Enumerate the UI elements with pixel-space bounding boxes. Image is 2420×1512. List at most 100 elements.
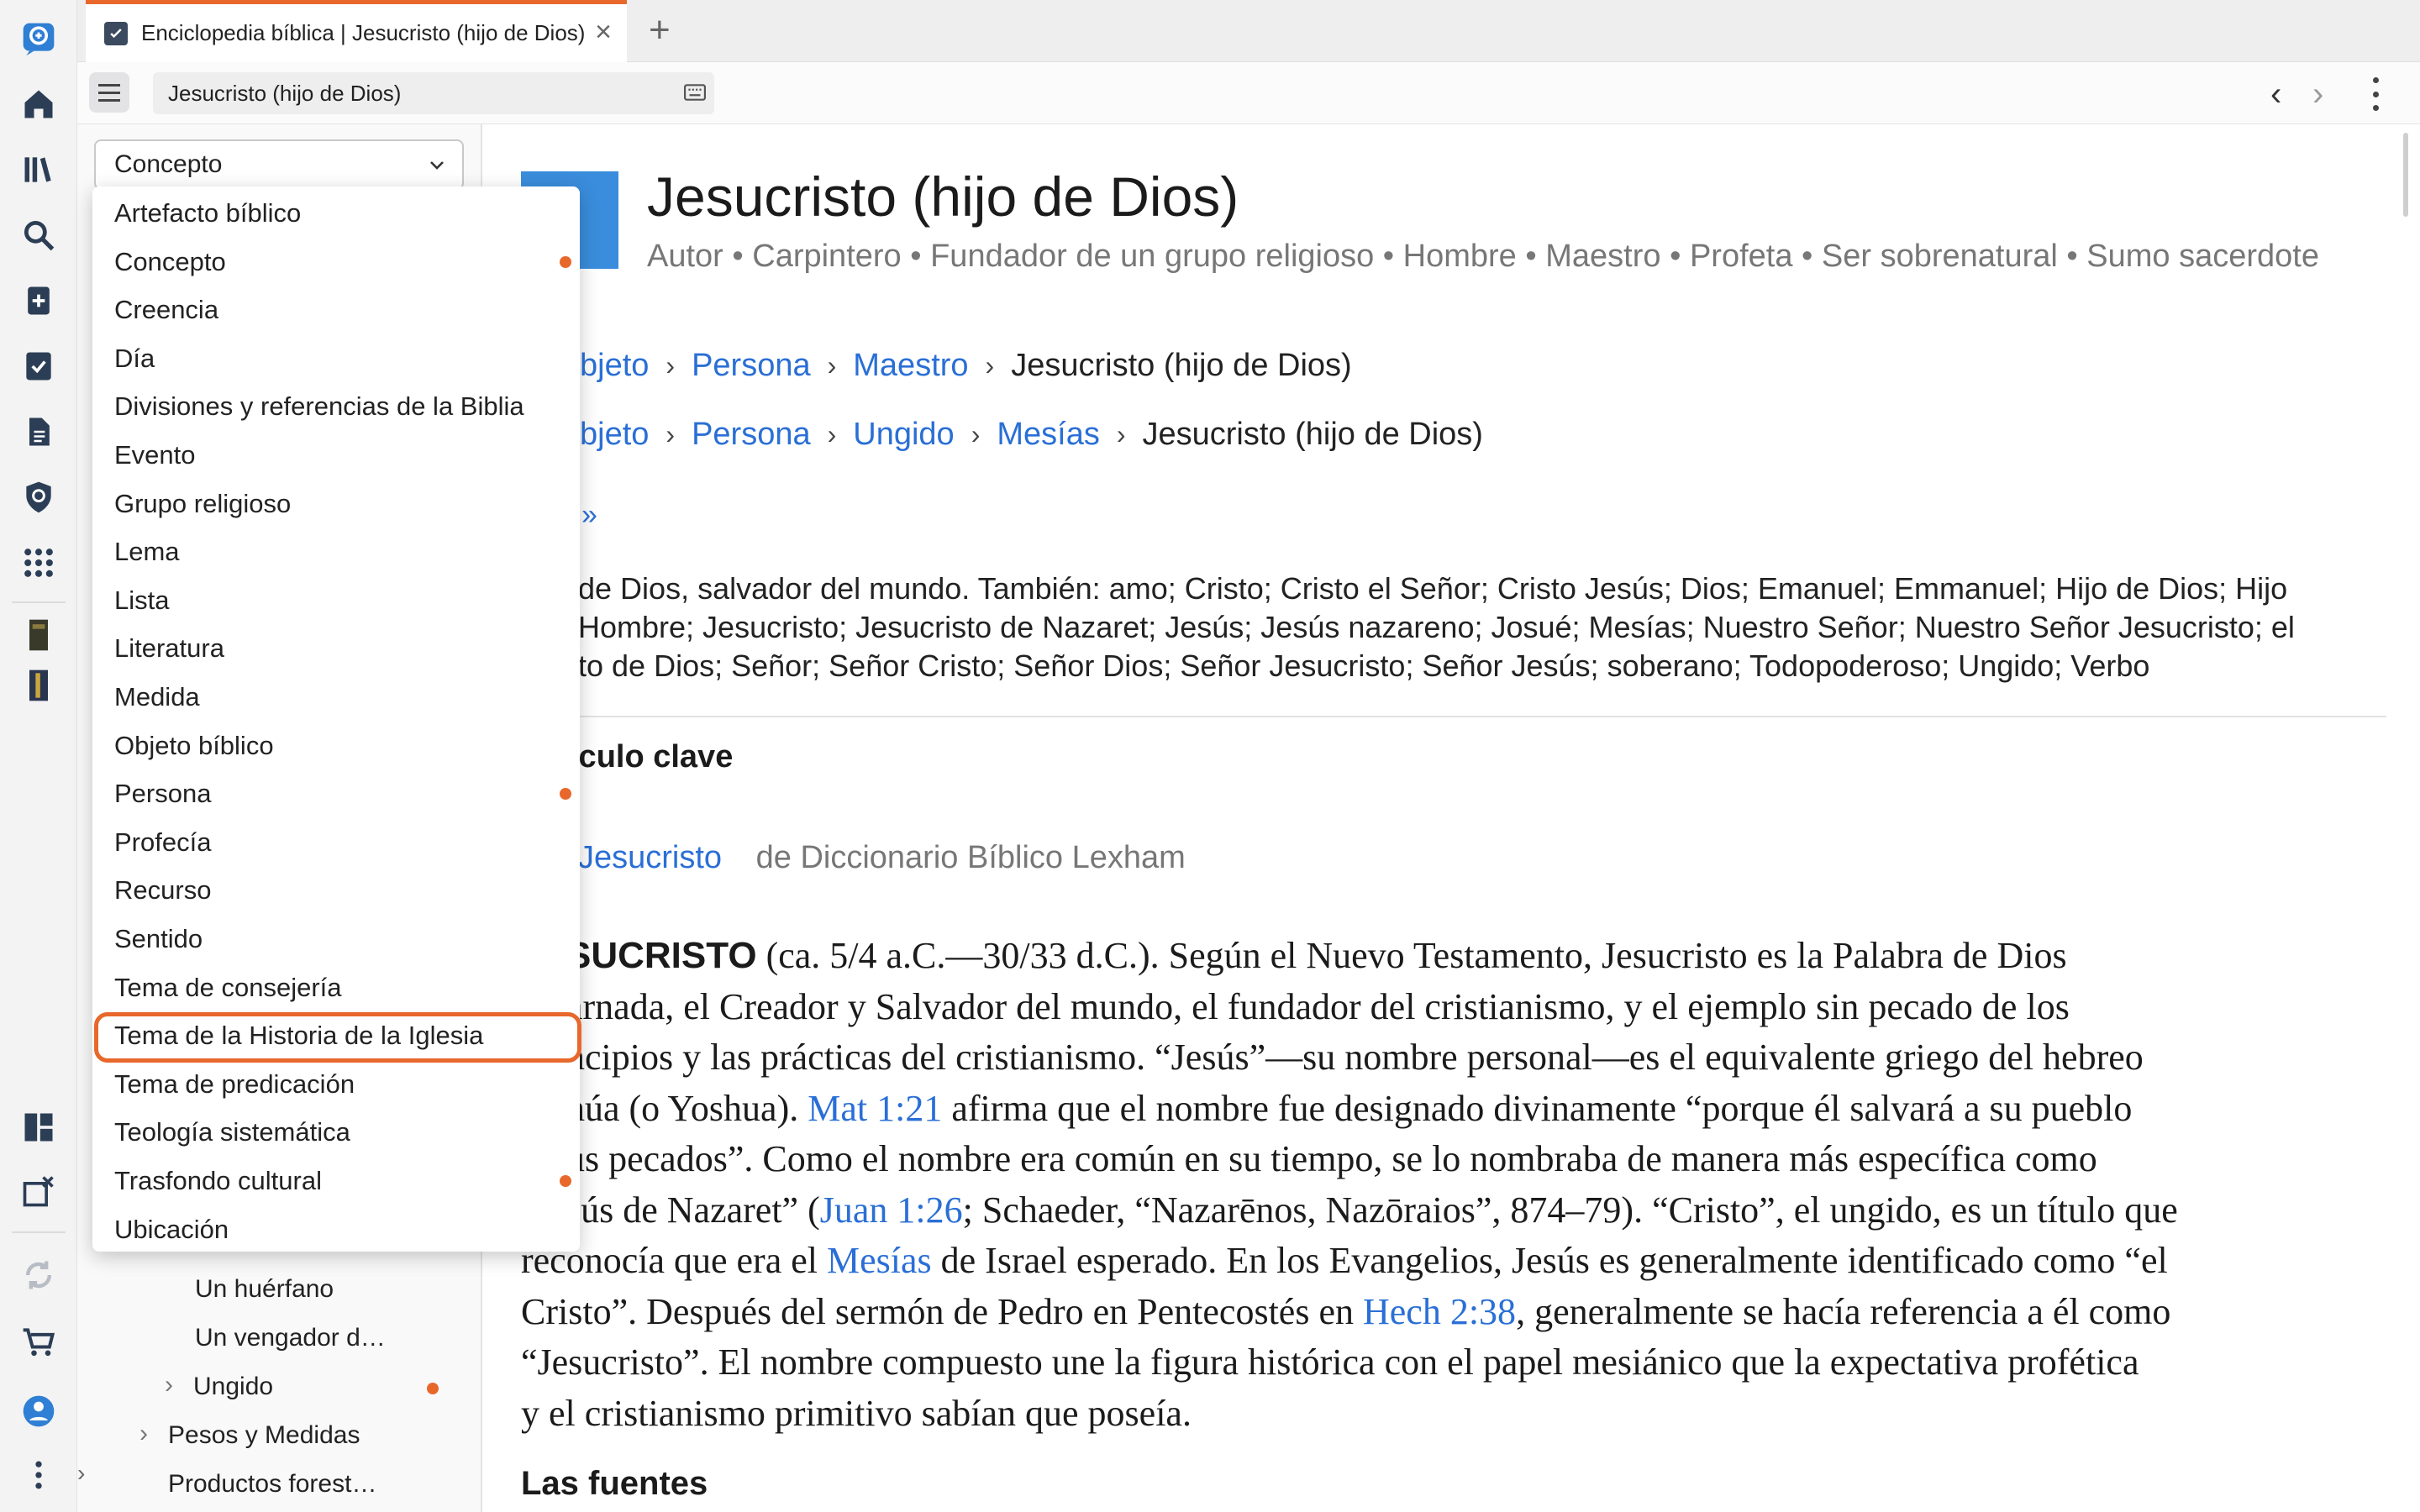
add-document-icon[interactable] [18,281,59,321]
text-run: afirma que el nombre fue designado divin… [942,1087,2133,1129]
dropdown-item[interactable]: Divisiones y referencias de la Biblia [114,384,524,429]
dropdown-item[interactable]: Medida [114,675,200,720]
tree-item[interactable]: Un vengador d… [195,1324,386,1352]
role-item[interactable]: Sumo sacerdote [2086,239,2319,274]
breadcrumb-link[interactable]: Maestro [853,348,968,384]
book-cover-icon[interactable] [18,615,59,655]
bible-reference-link[interactable]: Juan 1:26 [820,1189,963,1231]
dropdown-item[interactable]: Tema de la Historia de la Iglesia [114,1013,483,1058]
article-body: SUCRISTO (ca. 5/4 a.C.—30/33 d.C.). Segú… [521,931,2403,1439]
role-item[interactable]: Fundador de un grupo religioso [930,239,1374,274]
close-icon[interactable]: × [595,18,612,46]
documents-icon[interactable] [18,412,59,452]
text-run: Cristo”. Después del sermón de Pedro en … [521,1290,1363,1332]
breadcrumb-current: Jesucristo (hijo de Dios) [1011,348,1352,383]
expand-panel-icon[interactable]: › [77,1460,103,1494]
dropdown-item[interactable]: Sentido [114,916,203,962]
dropdown-item[interactable]: Ubicación [114,1207,229,1252]
dropdown-item[interactable]: Profecía [114,820,211,865]
account-icon[interactable] [18,1391,59,1431]
dropdown-item[interactable]: Concepto [114,239,226,285]
text-run: (ca. 5/4 a.C.—30/33 d.C.). Según el Nuev… [756,935,2067,976]
role-item[interactable]: Carpintero [752,239,901,274]
tab-title: Enciclopedia bíblica | Jesucristo (hijo … [141,20,586,45]
dropdown-item[interactable]: Persona [114,771,211,816]
source-article-link[interactable]: Jesucristo [578,840,722,875]
address-field[interactable]: Jesucristo (hijo de Dios) [153,72,714,114]
dropdown-item[interactable]: Creencia [114,287,218,333]
dropdown-item[interactable]: Teología sistemática [114,1110,350,1155]
breadcrumb-separator: › [1116,419,1126,449]
menu-icon[interactable] [89,72,129,113]
apps-grid-icon[interactable] [18,543,59,583]
tab-bar: Enciclopedia bíblica | Jesucristo (hijo … [77,0,2420,62]
breadcrumb-link[interactable]: bjeto [580,417,649,453]
rail-divider [12,1231,66,1233]
section-heading: Las fuentes [521,1465,708,1502]
bible-reference-link[interactable]: Mat 1:21 [808,1088,942,1129]
chevron-right-icon[interactable]: › [139,1420,148,1448]
dropdown-item[interactable]: Objeto bíblico [114,723,274,769]
role-item[interactable]: Profeta [1690,239,1793,274]
article-link[interactable]: Mesías [827,1240,932,1281]
more-options-icon[interactable] [2371,77,2380,111]
article-line: arnada, el Creador y Salvador del mundo,… [566,985,2070,1027]
dropdown-item[interactable]: Lista [114,578,169,623]
search-icon[interactable] [18,215,59,255]
scrollbar[interactable] [2403,133,2408,217]
new-tab-button[interactable]: + [649,12,671,49]
more-vertical-icon[interactable] [18,1455,59,1495]
type-select[interactable]: Concepto [94,139,464,190]
tree-item[interactable]: Ungido [193,1373,273,1401]
breadcrumb-separator: › [985,350,995,381]
panel-toolbar: Jesucristo (hijo de Dios) ‹ › [77,62,2420,124]
role-item[interactable]: Hombre [1403,239,1517,274]
bible-reference-link[interactable]: Hech 2:38 [1363,1291,1516,1332]
dropdown-item[interactable]: Trasfondo cultural [114,1158,322,1204]
dropdown-item[interactable]: Artefacto bíblico [114,191,301,236]
dropdown-item[interactable]: Tema de consejería [114,965,342,1011]
chevron-right-icon[interactable]: › [165,1371,173,1399]
tab-bible-encyclopedia[interactable]: Enciclopedia bíblica | Jesucristo (hijo … [86,0,627,62]
book-cover-icon[interactable] [18,665,59,706]
article-line: ncipios y las prácticas del cristianismo… [566,1037,2144,1078]
dropdown-item[interactable]: Grupo religioso [114,481,291,527]
library-icon[interactable] [18,150,59,190]
text-run: húa (o Yoshua). [566,1087,808,1129]
source-line: Jesucristo de Diccionario Bíblico Lexham [578,840,1186,876]
dropdown-item[interactable]: Evento [114,433,196,478]
home-icon[interactable] [18,84,59,124]
keyboard-icon[interactable] [684,82,706,102]
key-verse-heading[interactable]: ículo clave [570,739,733,775]
dropdown-item[interactable]: Literatura [114,626,224,671]
tree-item[interactable]: Pesos y Medidas [168,1421,360,1450]
sync-icon[interactable] [18,1255,59,1295]
dropdown-item[interactable]: Lema [114,529,180,575]
shield-icon[interactable] [18,477,59,517]
dropdown-item[interactable]: Recurso [114,868,211,913]
logos-app-icon[interactable] [18,18,59,59]
role-item[interactable]: Autor [647,239,723,274]
checklist-icon[interactable] [18,346,59,386]
layout-panels-icon[interactable] [18,1107,59,1147]
breadcrumb-link[interactable]: Persona [692,348,811,384]
tree-item[interactable]: Productos forest… [168,1470,376,1499]
breadcrumb-link[interactable]: bjeto [580,348,649,384]
breadcrumb-separator: › [827,419,837,449]
breadcrumb: bjeto › Persona › Ungido › Mesías › Jesu… [580,417,1483,453]
cart-icon[interactable] [18,1322,59,1362]
address-text: Jesucristo (hijo de Dios) [168,80,402,106]
back-arrow-icon[interactable]: ‹ [2270,77,2281,111]
tree-item[interactable]: Un huérfano [195,1275,334,1304]
more-breadcrumbs-link[interactable]: » [581,499,597,532]
close-panels-icon[interactable] [18,1171,59,1211]
app-rail [0,0,77,1512]
breadcrumb-link[interactable]: Ungido [853,417,954,453]
forward-arrow-icon[interactable]: › [2312,77,2323,111]
dropdown-item[interactable]: Tema de predicación [114,1062,355,1107]
dropdown-item[interactable]: Día [114,336,155,381]
breadcrumb-link[interactable]: Mesías [997,417,1099,453]
role-item[interactable]: Ser sobrenatural [1822,239,2058,274]
role-item[interactable]: Maestro [1545,239,1660,274]
breadcrumb-link[interactable]: Persona [692,417,811,453]
